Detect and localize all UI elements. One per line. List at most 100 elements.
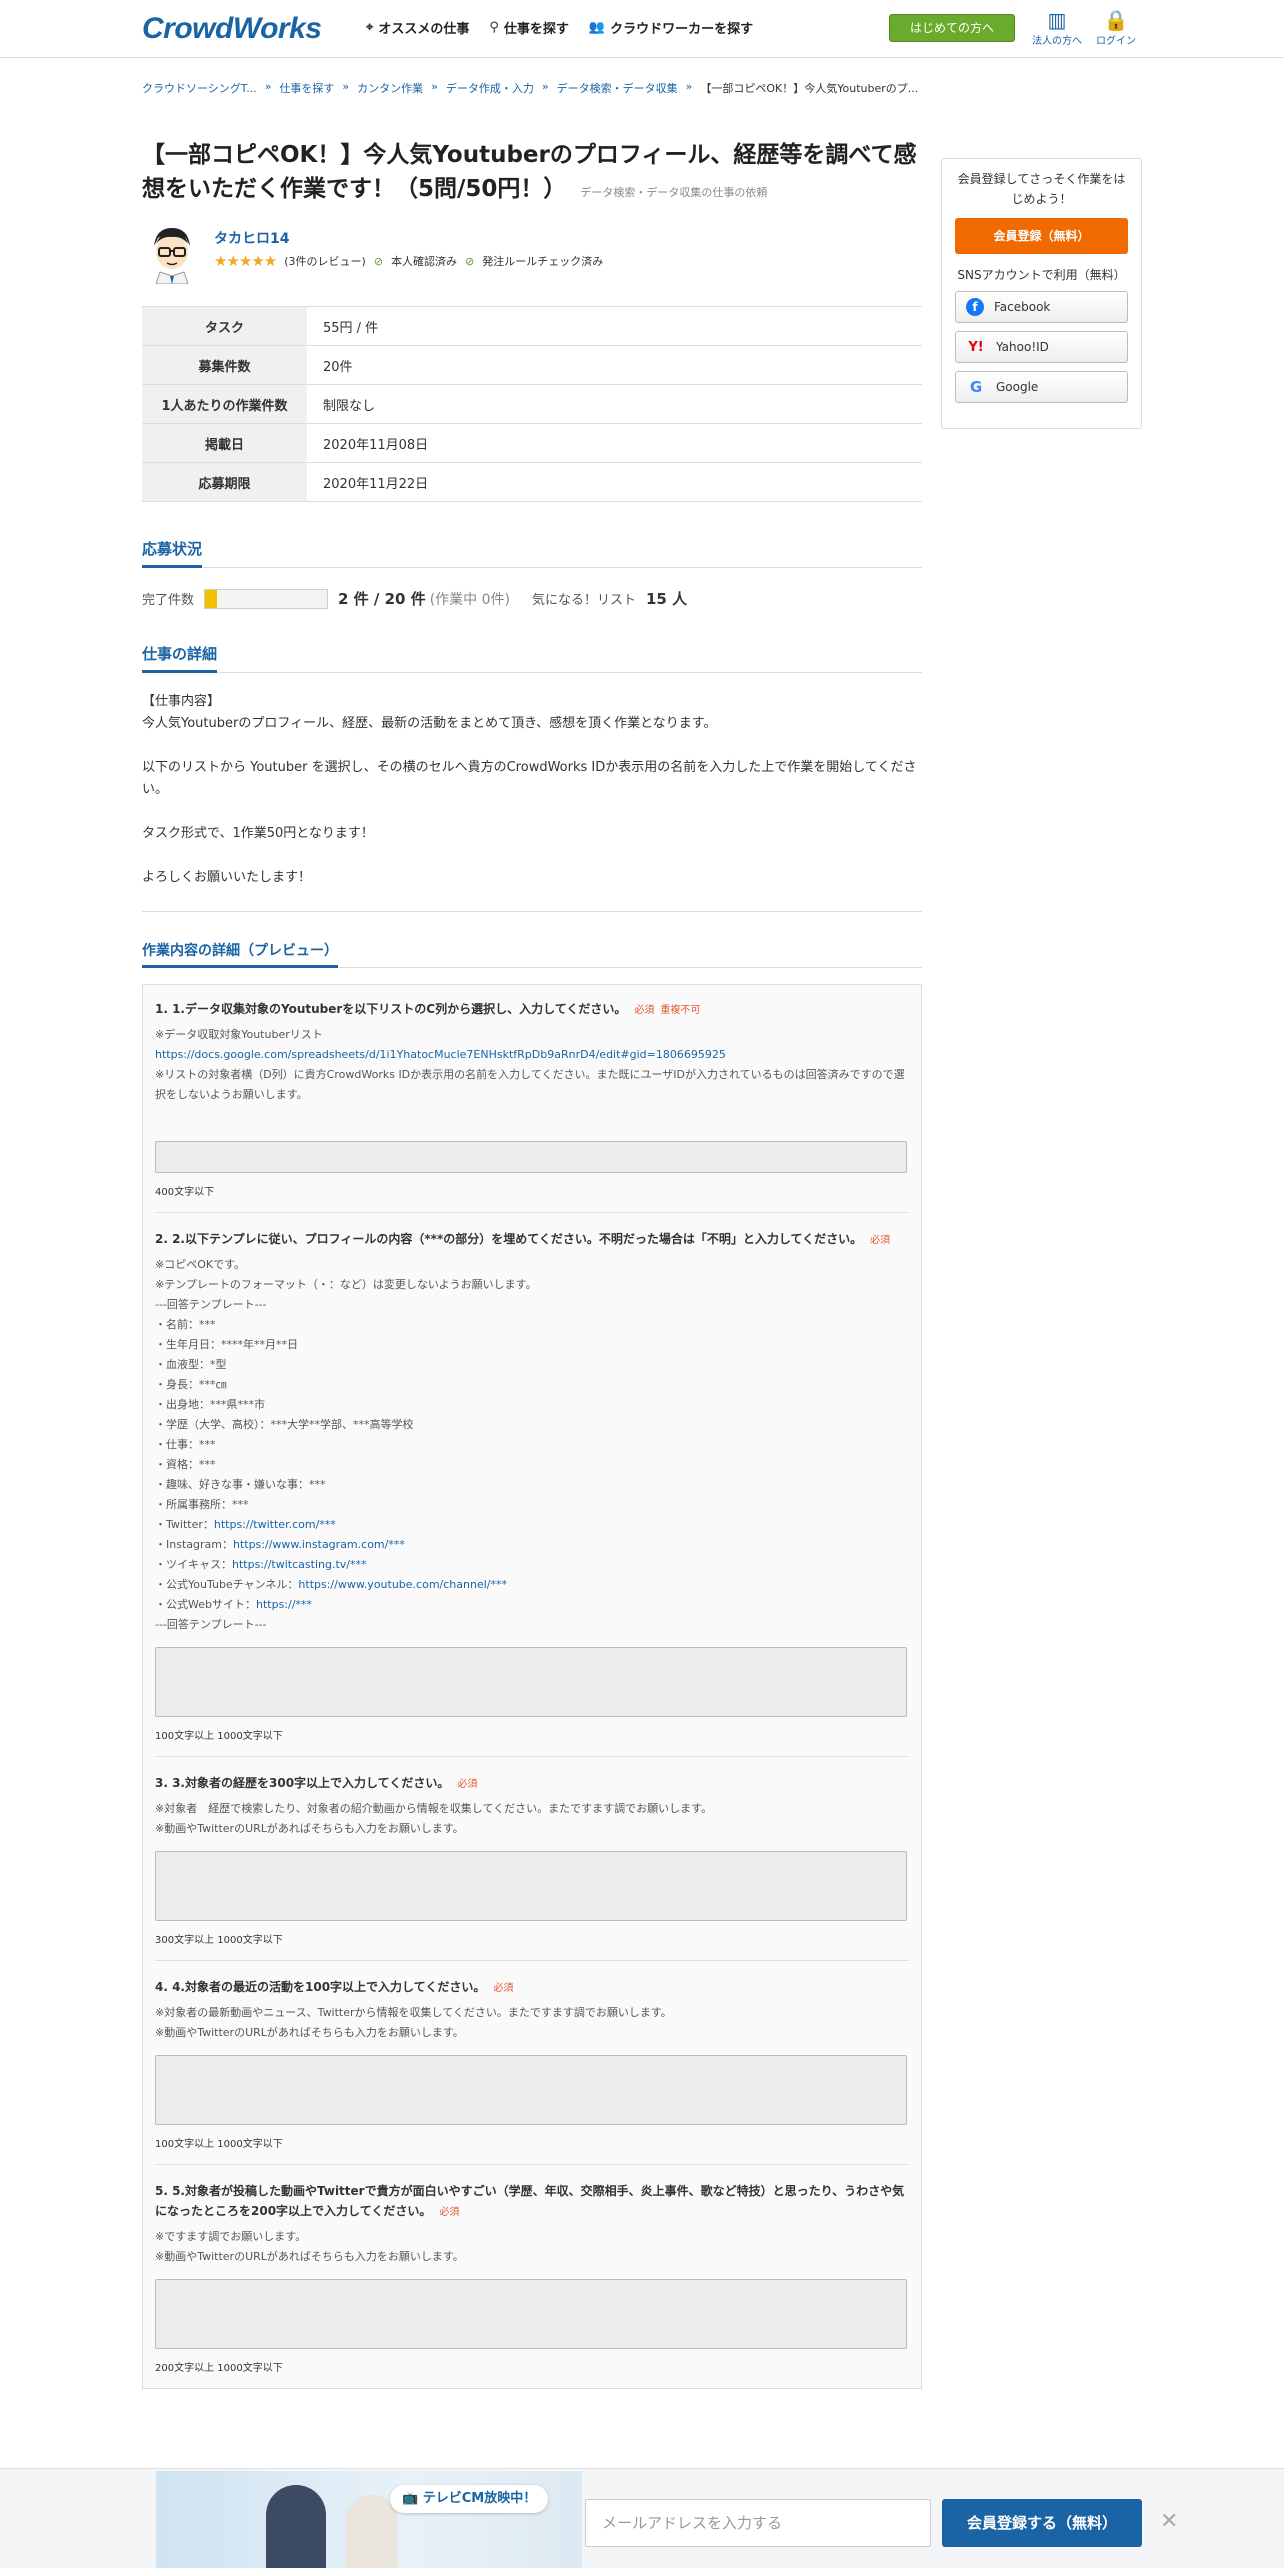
register-free-button[interactable]: 会員登録（無料） <box>955 218 1128 254</box>
character-limit: 100文字以上 1000文字以下 <box>155 2139 283 2150</box>
table-value: 2020年11月08日 <box>307 423 922 463</box>
facebook-login-button[interactable]: f Facebook <box>955 291 1128 323</box>
breadcrumb-item[interactable]: 仕事を探す <box>279 80 334 96</box>
client-avatar[interactable] <box>142 222 202 284</box>
template-link[interactable]: https://www.youtube.com/channel/*** <box>298 1578 507 1591</box>
preview-heading: 作業内容の詳細（プレビュー） <box>142 940 922 968</box>
job-title: 【一部コピペOK！】今人気Youtuberのプロフィール、経歴等を調べて感想をい… <box>142 138 922 210</box>
template-link[interactable]: https://twitcasting.tv/*** <box>232 1558 366 1571</box>
search-icon: ⚲ <box>489 20 499 35</box>
job-title-text: 【一部コピペOK！】今人気Youtuberのプロフィール、経歴等を調べて感想をい… <box>142 142 917 202</box>
register-button[interactable]: 会員登録する（無料） <box>942 2499 1142 2547</box>
main-content: 【一部コピペOK！】今人気Youtuberのプロフィール、経歴等を調べて感想をい… <box>142 138 922 2389</box>
close-icon[interactable]: ✕ <box>1160 2509 1178 2534</box>
table-key: 募集件数 <box>142 345 307 385</box>
google-login-button[interactable]: G Google <box>955 371 1128 403</box>
question-description: ※対象者の最新動画やニュース、Twitterから情報を収集してください。またです… <box>155 2003 909 2043</box>
question-title: 2. 2.以下テンプレに従い、プロフィールの内容（***の部分）を埋めてください… <box>155 1229 909 1251</box>
login-link[interactable]: 🔒 ログイン <box>1091 8 1141 47</box>
answer-input[interactable] <box>155 1141 907 1173</box>
table-row: 1人あたりの作業件数 制限なし <box>142 384 922 424</box>
required-badge: 必須 <box>493 1983 514 1994</box>
in-progress-count: (作業中 0件) <box>429 591 510 608</box>
answer-textarea[interactable] <box>155 2055 907 2125</box>
people-icon: 👥 <box>588 20 606 35</box>
rating-stars: ★★★★★ <box>214 252 277 270</box>
breadcrumb-item[interactable]: カンタン作業 <box>357 80 423 96</box>
answer-textarea[interactable] <box>155 1851 907 1921</box>
description-line: ※ですます調でお願いします。 <box>155 2230 307 2243</box>
check-circle-icon: ⊘ <box>465 254 475 268</box>
breadcrumb-item[interactable]: データ検索・データ収集 <box>557 80 678 96</box>
corporate-link[interactable]: ▥ 法人の方へ <box>1032 8 1082 47</box>
table-value: 2020年11月22日 <box>307 462 922 502</box>
question-5: 5. 5.対象者が投稿した動画やTwitterで貴方が面白いやすごい（学歴、年収… <box>155 2181 909 2374</box>
tv-cm-badge: 📺 テレビCM放映中！ <box>390 2485 549 2513</box>
nav-find-workers[interactable]: 👥 クラウドワーカーを探す <box>589 18 753 37</box>
favorite-count: 15 人 <box>646 590 688 608</box>
breadcrumb-item[interactable]: データ作成・入力 <box>446 80 534 96</box>
answer-textarea[interactable] <box>155 2279 907 2349</box>
table-row: タスク 55円 / 件 <box>142 306 922 346</box>
description-line: ・血液型：*型 <box>155 1358 227 1371</box>
yahoo-login-button[interactable]: Y! Yahoo!ID <box>955 331 1128 363</box>
table-key: 掲載日 <box>142 423 307 463</box>
description-line: ・公式YouTubeチャンネル：https://www.youtube.com/… <box>155 1578 507 1591</box>
description-line: ※動画やTwitterのURLがあればそちらも入力をお願いします。 <box>155 2250 464 2263</box>
yahoo-icon: Y! <box>968 339 984 355</box>
tv-cm-image: 📺 テレビCM放映中！ <box>156 2471 582 2568</box>
breadcrumb-item[interactable]: クラウドソーシングT... <box>142 80 257 96</box>
table-value: 20件 <box>307 345 922 385</box>
email-input[interactable]: メールアドレスを入力する <box>585 2499 931 2547</box>
divider <box>142 911 922 912</box>
description-line: ・所属事務所：*** <box>155 1498 249 1511</box>
lock-icon: 🔒 <box>1103 8 1129 32</box>
facebook-icon: f <box>966 298 984 316</box>
template-link[interactable]: https://*** <box>256 1598 312 1611</box>
person-illustration <box>346 2495 398 2568</box>
job-detail-body: 【仕事内容】 今人気Youtuberのプロフィール、経歴、最新の活動をまとめて頂… <box>142 694 917 885</box>
button-label: Facebook <box>994 300 1051 314</box>
signup-sidebar: 会員登録してさっそく作業をはじめよう！ 会員登録（無料） SNSアカウントで利用… <box>941 158 1142 429</box>
nav-find-jobs[interactable]: ⚲ 仕事を探す <box>489 18 569 37</box>
question-title-text: 1. 1.データ収集対象のYoutuberを以下リストのC列から選択し、入力して… <box>155 1002 627 1016</box>
template-link[interactable]: https://www.instagram.com/*** <box>233 1538 405 1551</box>
question-title-text: 4. 4.対象者の最近の活動を100字以上で入力してください。 <box>155 1980 486 1994</box>
description-line: ・Instagram：https://www.instagram.com/*** <box>155 1538 405 1551</box>
question-title-text: 2. 2.以下テンプレに従い、プロフィールの内容（***の部分）を埋めてください… <box>155 1232 863 1246</box>
table-value: 制限なし <box>307 384 922 424</box>
client-name[interactable]: タカヒロ14 <box>214 228 289 248</box>
crowdworks-logo[interactable]: CrowdWorks <box>142 12 322 46</box>
nav-recommended-jobs[interactable]: ⌖ オススメの仕事 <box>366 18 469 37</box>
application-status: 完了件数 2 件 / 20 件 (作業中 0件) 気になる！リスト 15 人 <box>142 588 922 609</box>
complete-count: 2 件 / 20 件 <box>338 590 426 608</box>
review-count[interactable]: (3件のレビュー) <box>284 253 366 269</box>
section-title: 応募状況 <box>142 538 203 568</box>
description-line: ・公式Webサイト：https://*** <box>155 1598 312 1611</box>
building-icon: ▥ <box>1047 8 1067 32</box>
answer-textarea[interactable] <box>155 1647 907 1717</box>
description-line: ・仕事：*** <box>155 1438 216 1451</box>
spreadsheet-link[interactable]: https://docs.google.com/spreadsheets/d/1… <box>155 1045 909 1065</box>
table-key: 1人あたりの作業件数 <box>142 384 307 424</box>
site-header: CrowdWorks ⌖ オススメの仕事 ⚲ 仕事を探す 👥 クラウドワーカーを… <box>0 0 1284 58</box>
rule-check-label: 発注ルールチェック済み <box>482 255 604 268</box>
signup-banner: 📺 テレビCM放映中！ メールアドレスを入力する 会員登録する（無料） ✕ <box>0 2468 1284 2568</box>
table-key: 応募期限 <box>142 462 307 502</box>
favorite-list-label: 気になる！リスト <box>531 593 636 608</box>
table-value: 55円 / 件 <box>307 306 922 346</box>
template-link[interactable]: https://twitter.com/*** <box>214 1518 336 1531</box>
question-description: ※ですます調でお願いします。 ※動画やTwitterのURLがあればそちらも入力… <box>155 2227 909 2267</box>
tv-badge-label: テレビCM放映中！ <box>422 2491 537 2506</box>
global-nav: ⌖ オススメの仕事 ⚲ 仕事を探す 👥 クラウドワーカーを探す <box>366 18 753 37</box>
question-title: 4. 4.対象者の最近の活動を100字以上で入力してください。 必須 <box>155 1977 909 1999</box>
application-status-heading: 応募状況 <box>142 538 922 568</box>
beginner-guide-button[interactable]: はじめての方へ <box>889 14 1015 42</box>
job-category[interactable]: データ検索・データ収集の仕事の依頼 <box>580 186 767 199</box>
description-line: ・身長：***㎝ <box>155 1378 227 1391</box>
section-title: 作業内容の詳細（プレビュー） <box>142 940 338 968</box>
question-title: 1. 1.データ収集対象のYoutuberを以下リストのC列から選択し、入力して… <box>155 999 909 1021</box>
description-line: ※動画やTwitterのURLがあればそちらも入力をお願いします。 <box>155 2026 464 2039</box>
identity-verified-label: 本人確認済み <box>391 255 458 268</box>
description-line: ・ツイキャス：https://twitcasting.tv/*** <box>155 1558 367 1571</box>
